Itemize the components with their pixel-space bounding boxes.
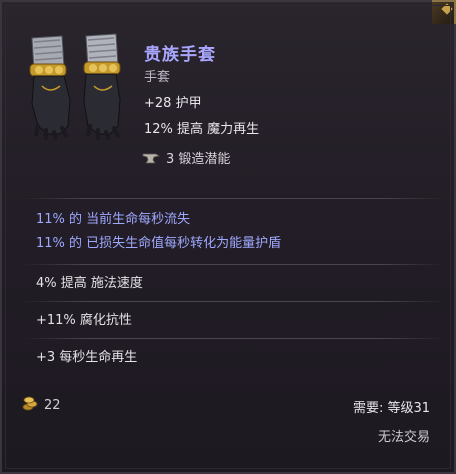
affix-necrotic-resist: +11% 腐化抗性 <box>36 313 132 328</box>
gloves-icon <box>22 30 130 142</box>
item-type: 手套 <box>144 70 171 85</box>
item-name: 贵族手套 <box>144 45 216 65</box>
gold-value: 22 <box>22 395 61 415</box>
set-affix-group: 11% 的 当前生命每秒流失 11% 的 已损失生命值每秒转化为能量护盾 <box>22 208 438 256</box>
affix-row: +3 每秒生命再生 <box>22 346 438 370</box>
divider <box>22 301 446 302</box>
divider <box>22 198 446 199</box>
affix-cast-speed: 4% 提高 施法速度 <box>36 276 143 291</box>
implicit-armor: +28 护甲 <box>144 96 202 111</box>
forging-potential-label: 3 锻造潜能 <box>166 152 231 167</box>
affix-life-drain: 11% 的 当前生命每秒流失 <box>36 212 191 227</box>
forging-potential: 3 锻造潜能 <box>142 148 230 167</box>
anvil-icon <box>142 152 160 164</box>
affix-missing-life-to-ward: 11% 的 已损失生命值每秒转化为能量护盾 <box>36 236 282 251</box>
implicit-mana-regen: 12% 提高 魔力再生 <box>144 122 260 137</box>
item-tooltip: 贵族手套 手套 +28 护甲 12% 提高 魔力再生 3 锻造潜能 11% 的 … <box>0 0 456 474</box>
divider <box>22 338 446 339</box>
gold-amount: 22 <box>44 397 61 413</box>
frame-corner-ornament <box>432 0 456 24</box>
affix-row: 4% 提高 施法速度 <box>22 272 438 296</box>
trade-status: 无法交易 <box>377 430 430 445</box>
divider <box>22 264 446 265</box>
affix-row: +11% 腐化抗性 <box>22 309 438 333</box>
level-requirement: 需要: 等级31 <box>352 401 430 416</box>
gold-coins-icon <box>22 395 38 415</box>
affix-health-regen: +3 每秒生命再生 <box>36 350 138 365</box>
